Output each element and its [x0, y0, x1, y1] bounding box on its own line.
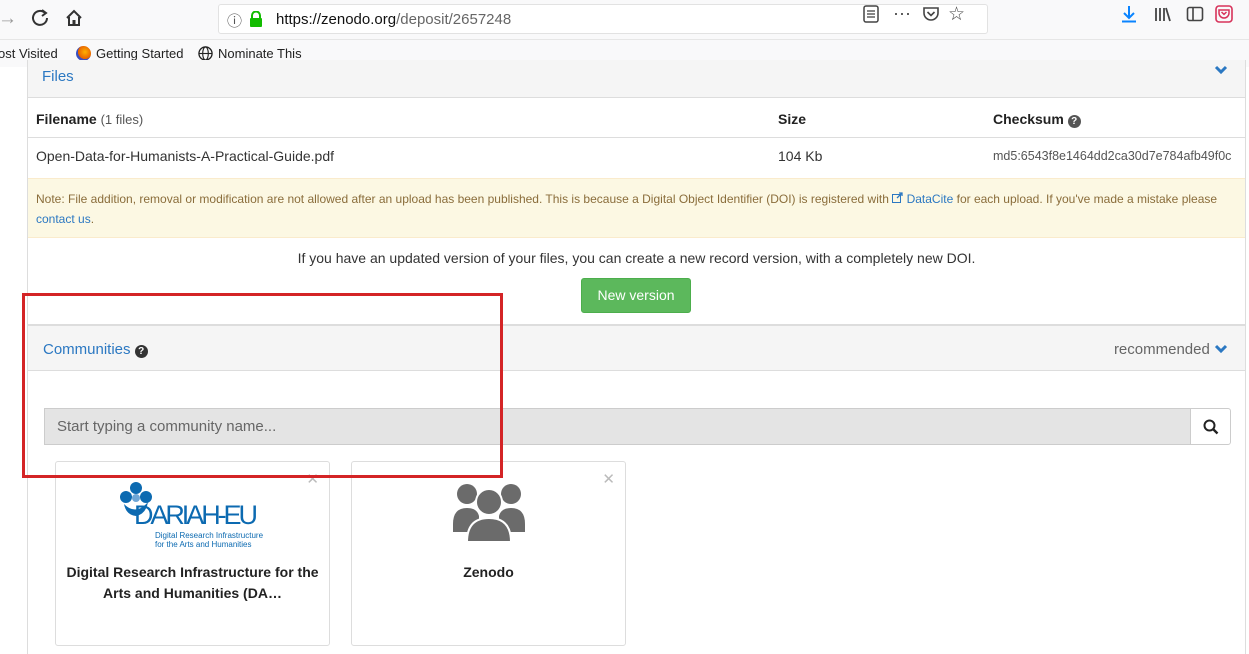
filename-header: Filename (1 files) — [36, 111, 143, 127]
pocket-extension-icon[interactable] — [1215, 5, 1233, 28]
home-icon[interactable] — [64, 8, 84, 34]
communities-title[interactable]: Communities ? — [43, 341, 148, 358]
bookmark-label: Getting Started — [96, 46, 184, 61]
files-title[interactable]: Files — [42, 68, 74, 85]
version-info-text: If you have an updated version of your f… — [297, 250, 976, 266]
external-link-icon — [892, 192, 903, 203]
url-text: https://zenodo.org/deposit/2657248 — [276, 11, 512, 28]
reload-icon[interactable] — [30, 8, 50, 34]
files-panel: Files Filename (1 files) Size Checksum ?… — [27, 60, 1246, 325]
community-card-title: Zenodo — [463, 564, 514, 580]
help-icon[interactable]: ? — [1067, 115, 1081, 128]
svg-text:for the Arts and Humanities: for the Arts and Humanities — [155, 540, 252, 549]
close-icon[interactable]: ✕ — [306, 470, 319, 488]
chevron-down-icon — [1214, 344, 1228, 354]
communities-panel: Communities ? recommended ✕ DARIAH-EU Di… — [27, 325, 1246, 654]
search-button[interactable] — [1190, 408, 1231, 445]
sidebar-icon[interactable] — [1186, 5, 1204, 28]
svg-text:DARIAH-EU: DARIAH-EU — [134, 500, 258, 530]
bookmark-nominate-this[interactable]: Nominate This — [198, 46, 302, 61]
community-card-zenodo[interactable]: ✕ Zenodo — [351, 461, 626, 646]
checksum-header: Checksum ? — [993, 111, 1081, 128]
note-text-2: for each upload. If you've made a mistak… — [956, 192, 1218, 206]
checksum-header-label: Checksum — [993, 111, 1064, 127]
community-card-dariah[interactable]: ✕ DARIAH-EU Digital Research Infrastruct… — [55, 461, 330, 646]
bookmark-label: Nominate This — [218, 46, 302, 61]
browser-toolbar: → ⓘ https://zenodo.org/deposit/2657248 ·… — [0, 0, 1249, 40]
library-icon[interactable] — [1154, 5, 1172, 28]
community-search-input[interactable] — [44, 408, 1190, 445]
bookmark-star-icon[interactable]: ☆ — [948, 3, 965, 26]
note-text: Note: File addition, removal or modifica… — [36, 192, 889, 206]
community-search — [44, 408, 1231, 445]
file-link[interactable]: Open-Data-for-Humanists-A-Practical-Guid… — [36, 148, 334, 164]
community-card-title: Digital Research Infrastructure for the … — [66, 564, 319, 601]
communities-panel-header[interactable]: Communities ? recommended — [28, 326, 1245, 371]
lock-icon — [250, 11, 262, 27]
forward-icon[interactable]: → — [0, 8, 17, 30]
firefox-icon — [76, 46, 91, 61]
contact-link[interactable]: contact us — [36, 212, 91, 226]
dariah-eu-logo: DARIAH-EU Digital Research Infrastructur… — [120, 482, 264, 549]
help-icon[interactable]: ? — [134, 345, 148, 358]
files-panel-header[interactable]: Files — [28, 60, 1245, 98]
recommended-toggle[interactable]: recommended — [1114, 341, 1228, 358]
upload-note: Note: File addition, removal or modifica… — [28, 178, 1245, 238]
communities-title-label[interactable]: Communities — [43, 341, 131, 358]
svg-text:Digital Research Infrastructur: Digital Research Infrastructure — [155, 531, 264, 540]
pocket-icon[interactable] — [922, 5, 940, 28]
info-icon[interactable]: ⓘ — [227, 10, 242, 31]
file-size: 104 Kb — [778, 148, 823, 164]
close-icon[interactable]: ✕ — [602, 470, 615, 488]
file-checksum: md5:6543f8e1464dd2ca30d7e784afb49f0c — [993, 149, 1232, 163]
file-count: (1 files) — [100, 112, 144, 127]
bookmark-getting-started[interactable]: Getting Started — [76, 46, 183, 61]
filename-header-label: Filename — [36, 111, 97, 127]
users-group-icon — [453, 484, 525, 543]
size-header: Size — [778, 111, 807, 127]
page-actions-icon[interactable]: ··· — [893, 3, 911, 24]
reader-view-icon[interactable] — [863, 5, 879, 28]
new-version-button[interactable]: New version — [581, 278, 691, 313]
divider — [28, 137, 1245, 138]
downloads-icon[interactable] — [1120, 5, 1138, 28]
globe-icon — [198, 46, 213, 61]
datacite-link[interactable]: DataCite — [907, 192, 954, 206]
search-icon — [1203, 419, 1219, 435]
recommended-label: recommended — [1113, 341, 1210, 358]
chevron-down-icon[interactable] — [1214, 62, 1228, 80]
bookmark-most-visited[interactable]: ost Visited — [0, 46, 58, 61]
